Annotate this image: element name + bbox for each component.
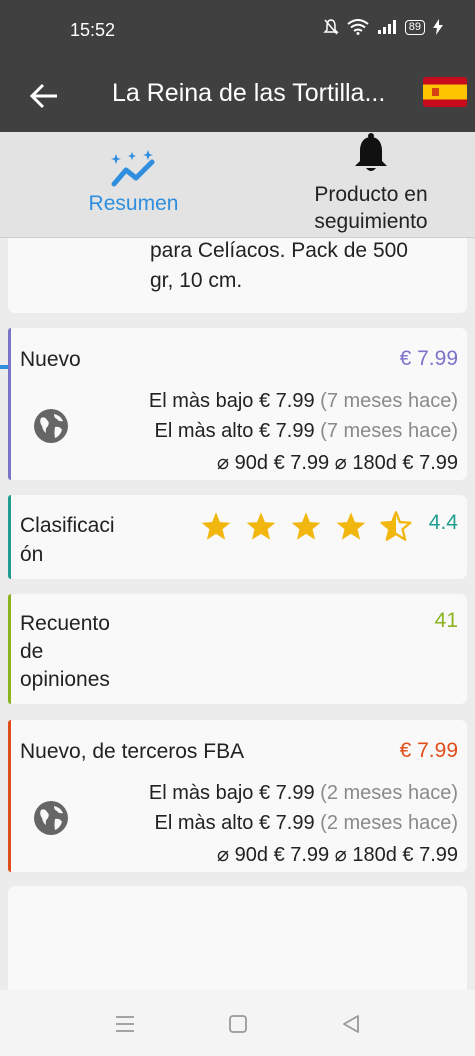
rating-label-line2: ón <box>20 543 44 566</box>
lowest-price-row: El màs bajo € 7.99 (7 meses hace) <box>149 390 458 413</box>
new-price-card[interactable]: Nuevo € 7.99 El màs bajo € 7.99 (7 meses… <box>8 328 467 480</box>
mute-icon <box>322 19 339 35</box>
card-accent-bar <box>8 495 11 579</box>
lowest-value: € 7.99 <box>258 782 315 804</box>
app-bar: La Reina de las Tortilla... <box>0 60 475 132</box>
status-time: 15:52 <box>70 20 116 40</box>
reviews-card[interactable]: Recuento de opiniones 41 <box>8 594 467 704</box>
tab-producto-en-seguimiento[interactable]: Producto en seguimiento <box>267 132 475 238</box>
globe-icon <box>34 801 68 835</box>
highest-label: El màs alto <box>154 812 254 834</box>
card-accent-bar <box>8 594 11 704</box>
reviews-label-line3: opiniones <box>20 668 110 691</box>
product-description: para Celíacos. Pack de 500 gr, 10 cm. <box>150 238 450 296</box>
status-icons: 89 <box>322 18 443 36</box>
highest-value: € 7.99 <box>258 420 315 442</box>
avg90-label: ⌀ 90d <box>217 452 268 474</box>
avg90-value: € 7.99 <box>273 452 330 474</box>
lowest-ago: (7 meses hace) <box>320 390 458 412</box>
system-nav-bar <box>0 990 475 1056</box>
star-icon <box>246 512 276 540</box>
rating-label-line1: Clasificaci <box>20 514 115 537</box>
product-description-card: para Celíacos. Pack de 500 gr, 10 cm. <box>8 238 467 313</box>
lowest-ago: (2 meses hace) <box>320 782 458 804</box>
average-price-row: ⌀ 90d € 7.99 ⌀ 180d € 7.99 <box>217 450 458 475</box>
globe-icon <box>34 409 68 443</box>
summary-content[interactable]: para Celíacos. Pack de 500 gr, 10 cm. Nu… <box>0 238 475 990</box>
charging-icon <box>433 19 443 35</box>
wifi-icon <box>347 19 369 35</box>
highest-price-row: El màs alto € 7.99 (7 meses hace) <box>154 420 458 443</box>
average-price-row: ⌀ 90d € 7.99 ⌀ 180d € 7.99 <box>217 842 458 867</box>
lowest-price-row: El màs bajo € 7.99 (2 meses hace) <box>149 782 458 805</box>
reviews-label-line1: Recuento <box>20 612 110 635</box>
signal-icon <box>377 20 396 34</box>
tab-producto-label: Producto en seguimiento <box>267 181 475 235</box>
avg90-label: ⌀ 90d <box>217 844 268 866</box>
avg180-value: € 7.99 <box>402 452 458 474</box>
fba-price-card[interactable]: Nuevo, de terceros FBA € 7.99 El màs baj… <box>8 720 467 872</box>
tab-resumen-label: Resumen <box>88 192 179 215</box>
star-icon <box>336 512 366 540</box>
tab-producto-label-line1: Producto en <box>314 183 428 206</box>
avg180-label: ⌀ 180d <box>334 844 397 866</box>
rating-stars <box>200 511 412 541</box>
half-star-icon <box>380 511 412 541</box>
page-title: La Reina de las Tortilla... <box>112 79 386 107</box>
star-icon <box>201 512 231 540</box>
rating-label: Clasificaci ón <box>20 511 140 569</box>
avg90-value: € 7.99 <box>273 844 330 866</box>
card-accent-bar <box>8 328 11 480</box>
reviews-value: 41 <box>434 609 458 632</box>
trend-chart-icon <box>111 150 155 187</box>
tab-producto-label-line2: seguimiento <box>314 210 428 233</box>
tab-resumen[interactable]: Resumen <box>0 132 267 238</box>
lowest-label: El màs bajo <box>148 782 254 804</box>
lowest-label: El màs bajo <box>148 390 254 412</box>
status-bar: 15:52 89 <box>0 0 475 60</box>
product-description-line1: para Celíacos. Pack de 500 <box>150 239 408 262</box>
avg180-label: ⌀ 180d <box>334 452 397 474</box>
empty-card <box>8 886 467 990</box>
rating-value: 4.4 <box>428 511 458 534</box>
new-price-value: € 7.99 <box>399 347 458 370</box>
highest-ago: (7 meses hace) <box>320 420 458 442</box>
rating-card[interactable]: Clasificaci ón 4.4 <box>8 495 467 579</box>
tab-bar: Resumen Producto en seguimiento <box>0 132 475 369</box>
fba-price-label: Nuevo, de terceros FBA <box>20 740 245 763</box>
battery-level: 89 <box>404 19 425 35</box>
bell-icon <box>355 133 387 171</box>
product-description-line2: gr, 10 cm. <box>150 269 243 292</box>
reviews-label: Recuento de opiniones <box>20 610 110 694</box>
menu-icon[interactable] <box>113 1012 137 1036</box>
lowest-value: € 7.99 <box>258 390 315 412</box>
highest-ago: (2 meses hace) <box>320 812 458 834</box>
highest-label: El màs alto <box>154 420 254 442</box>
highest-value: € 7.99 <box>258 812 315 834</box>
home-square-icon[interactable] <box>226 1012 250 1036</box>
back-button[interactable] <box>22 74 66 118</box>
spain-flag-icon[interactable] <box>423 77 467 107</box>
reviews-label-line2: de <box>20 640 44 663</box>
new-price-label: Nuevo <box>20 348 81 371</box>
fba-price-value: € 7.99 <box>399 739 458 762</box>
back-triangle-icon[interactable] <box>339 1012 363 1036</box>
highest-price-row: El màs alto € 7.99 (2 meses hace) <box>154 812 458 835</box>
star-icon <box>291 512 321 540</box>
avg180-value: € 7.99 <box>402 844 458 866</box>
card-accent-bar <box>8 720 11 872</box>
back-arrow-icon <box>29 83 57 109</box>
